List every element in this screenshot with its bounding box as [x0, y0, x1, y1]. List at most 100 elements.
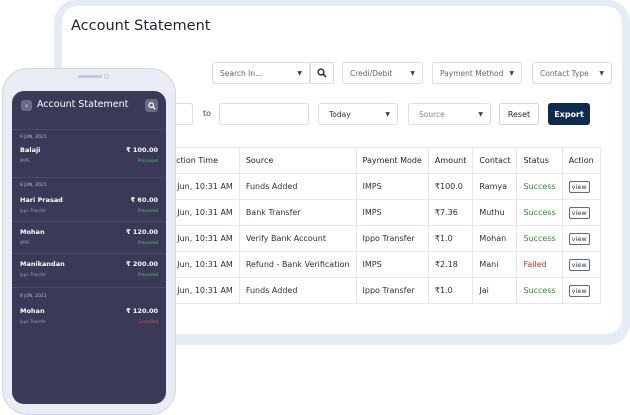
- table-row: d 9 Jun, 10:31 AM Bank Transfer IMPS ₹7.…: [155, 199, 601, 226]
- cell-status: Success: [516, 277, 563, 304]
- item-type: Ippo Transfer: [20, 208, 47, 213]
- chevron-down-icon: ▼: [509, 69, 514, 77]
- payment-method-select[interactable]: Payment Method ▼: [432, 62, 522, 84]
- search-button[interactable]: [310, 62, 334, 84]
- contact-type-select[interactable]: Contact Type ▼: [532, 62, 612, 84]
- chevron-down-icon: ▼: [599, 69, 604, 77]
- chevron-down-icon: ▼: [385, 110, 390, 118]
- view-button[interactable]: view: [568, 180, 590, 193]
- column-header-contact: Contact: [472, 147, 518, 174]
- statement-table: nsaction Time Source Payment Mode Amount…: [155, 147, 601, 304]
- item-name: Mohan: [20, 307, 45, 315]
- cell-action: view: [561, 277, 601, 304]
- phone-header: ‹ Account Statement: [12, 91, 166, 129]
- column-header-payment-mode: Payment Mode: [355, 147, 429, 174]
- column-header-source: Source: [238, 147, 357, 174]
- cell-amount: ₹100.0: [427, 173, 474, 200]
- cell-status: Failed: [516, 251, 563, 278]
- group-date: 9 JUN, 2021: [20, 135, 47, 140]
- chevron-down-icon: ▼: [410, 69, 415, 77]
- item-status: Processed: [137, 208, 158, 213]
- divider: [12, 221, 166, 222]
- cell-action: view: [561, 173, 601, 200]
- item-amount: ₹ 60.00: [130, 196, 158, 204]
- item-amount: ₹ 120.00: [126, 228, 158, 236]
- divider: [12, 287, 166, 288]
- contact-type-label: Contact Type: [540, 68, 589, 78]
- item-amount: ₹ 120.00: [126, 307, 158, 315]
- view-button[interactable]: view: [568, 206, 590, 219]
- item-type: Ippo Transfer: [20, 272, 47, 277]
- cell-contact: Ramya: [472, 173, 518, 200]
- divider: [12, 129, 166, 130]
- item-status: Processed: [137, 158, 158, 163]
- export-button[interactable]: Export: [548, 103, 590, 125]
- cell-status: Success: [516, 173, 563, 200]
- group-date: 8 JUN, 2021: [20, 294, 47, 299]
- credit-debit-label: Credi/Debit: [350, 68, 393, 78]
- cell-source: Verify Bank Account: [238, 225, 357, 252]
- date-to-input[interactable]: [219, 103, 309, 125]
- column-header-action: Action: [561, 147, 601, 174]
- item-name: Hari Prasad: [20, 196, 63, 204]
- view-button[interactable]: view: [568, 258, 590, 271]
- phone-camera: [104, 74, 109, 79]
- table-header-row: nsaction Time Source Payment Mode Amount…: [155, 147, 601, 174]
- phone-screen: ‹ Account Statement 9 JUN, 2021 Balaji ₹…: [12, 91, 166, 404]
- phone-title: Account Statement: [37, 99, 129, 110]
- item-name: Manikandan: [20, 260, 65, 268]
- payment-method-label: Payment Method: [440, 68, 504, 78]
- cell-status: Success: [516, 225, 563, 252]
- cell-action: view: [561, 251, 601, 278]
- table-row: d 9 Jun, 10:31 AM Refund - Bank Verifica…: [155, 251, 601, 278]
- item-type: Ippo Transfer: [20, 319, 47, 324]
- cell-action: view: [561, 225, 601, 252]
- date-range-separator: to: [203, 109, 212, 118]
- column-header-status: Status: [516, 147, 563, 174]
- search-icon: [317, 68, 327, 78]
- cell-source: Funds Added: [238, 277, 357, 304]
- back-button[interactable]: ‹: [21, 100, 32, 111]
- view-button[interactable]: view: [568, 232, 590, 245]
- cell-source: Bank Transfer: [238, 199, 357, 226]
- cell-mode: IMPS: [355, 199, 429, 226]
- cell-mode: IMPS: [355, 173, 429, 200]
- item-name: Mohan: [20, 228, 45, 236]
- cell-source: Refund - Bank Verification: [238, 251, 357, 278]
- source-label: Source: [419, 109, 445, 119]
- period-select[interactable]: Today ▼: [318, 103, 398, 125]
- item-status: Processed: [137, 272, 158, 277]
- credit-debit-select[interactable]: Credi/Debit ▼: [342, 62, 423, 84]
- cell-amount: ₹1.0: [427, 277, 474, 304]
- divider: [12, 253, 166, 254]
- item-status: Cancelled: [138, 319, 158, 324]
- divider: [12, 177, 166, 178]
- period-label: Today: [329, 109, 351, 119]
- search-placeholder: Search In...: [220, 68, 263, 78]
- chevron-left-icon: ‹: [25, 101, 28, 110]
- item-type: IMPS: [20, 240, 30, 245]
- cell-amount: ₹1.0: [427, 225, 474, 252]
- cell-contact: Mohan: [472, 225, 518, 252]
- phone-search-button[interactable]: [145, 99, 158, 112]
- item-status: Processed: [137, 240, 158, 245]
- cell-mode: IMPS: [355, 251, 429, 278]
- source-select[interactable]: Source ▼: [408, 103, 491, 125]
- reset-button[interactable]: Reset: [499, 103, 539, 125]
- item-type: IMPS: [20, 158, 30, 163]
- cell-mode: Ippo Transfer: [355, 277, 429, 304]
- chevron-down-icon: ▼: [478, 110, 483, 118]
- cell-status: Success: [516, 199, 563, 226]
- cell-mode: Ippo Transfer: [355, 225, 429, 252]
- item-amount: ₹ 200.00: [126, 260, 158, 268]
- view-button[interactable]: view: [568, 284, 590, 297]
- cell-source: Funds Added: [238, 173, 357, 200]
- table-row: d 9 Jun, 10:31 AM Verify Bank Account Ip…: [155, 225, 601, 252]
- page-title: Account Statement: [71, 18, 211, 34]
- cell-contact: Jai: [472, 277, 518, 304]
- group-date: 8 JUN, 2021: [20, 183, 47, 188]
- table-row: d 9 Jun, 10:31 AM Funds Added Ippo Trans…: [155, 277, 601, 304]
- search-scope-select[interactable]: Search In... ▼: [212, 62, 310, 84]
- cell-contact: Muthu: [472, 199, 518, 226]
- search-icon: [147, 101, 156, 110]
